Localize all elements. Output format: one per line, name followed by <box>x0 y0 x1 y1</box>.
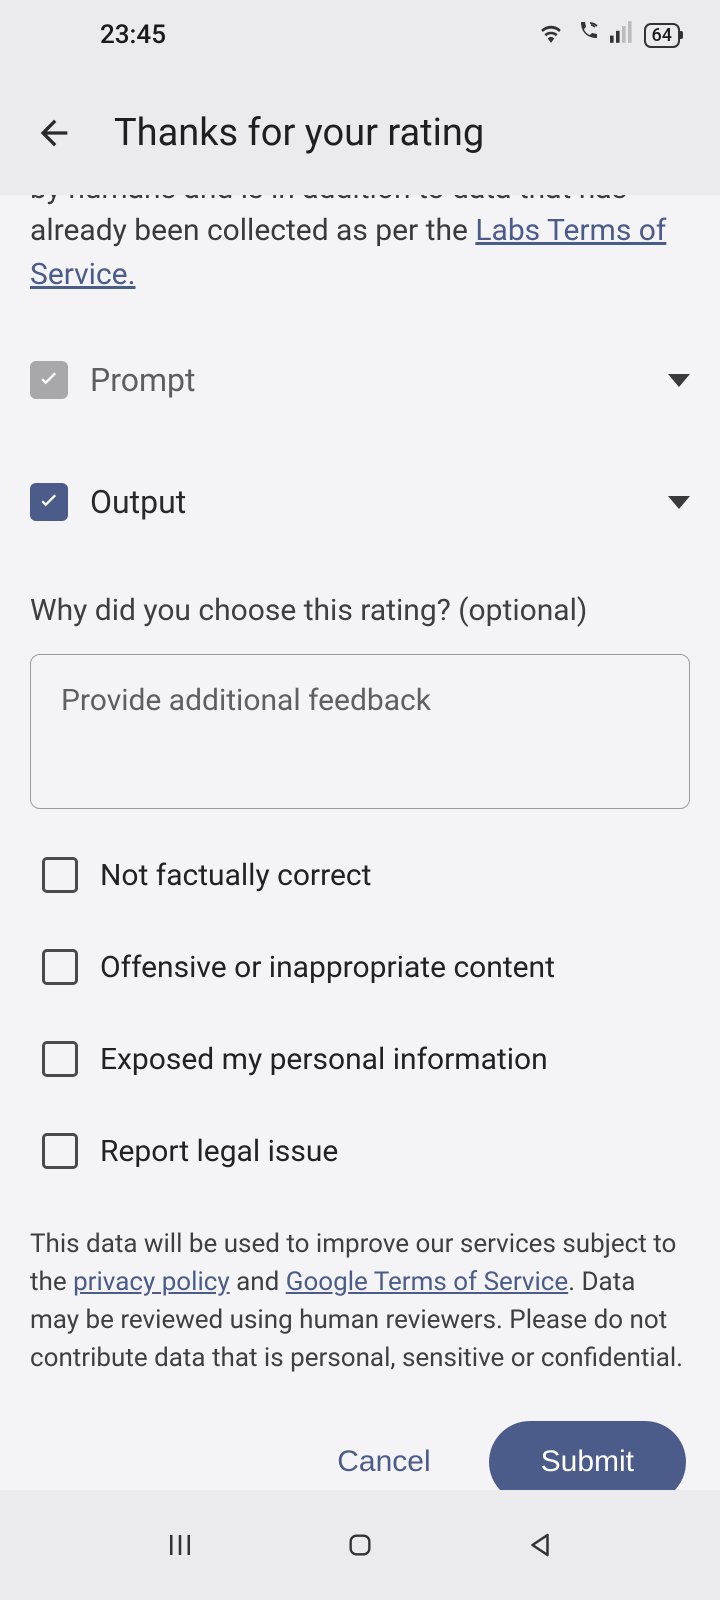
chevron-down-icon[interactable] <box>668 374 690 387</box>
option-label: Not factually correct <box>100 858 371 893</box>
feedback-textarea[interactable] <box>30 654 690 809</box>
option-offensive[interactable]: Offensive or inappropriate content <box>30 921 690 1013</box>
page-title: Thanks for your rating <box>114 111 484 155</box>
option-not-factual[interactable]: Not factually correct <box>30 829 690 921</box>
back-button[interactable] <box>30 109 78 157</box>
status-icons: 64 <box>538 20 680 51</box>
action-buttons: Cancel Submit <box>30 1421 690 1490</box>
option-legal[interactable]: Report legal issue <box>30 1105 690 1197</box>
phone-wifi-icon <box>574 20 600 51</box>
system-nav-bar <box>0 1490 720 1600</box>
privacy-policy-link[interactable]: privacy policy <box>73 1267 230 1297</box>
title-bar: Thanks for your rating <box>0 70 720 195</box>
home-button[interactable] <box>340 1525 380 1565</box>
signal-icon <box>610 20 634 50</box>
submit-button[interactable]: Submit <box>489 1421 686 1490</box>
option-label: Report legal issue <box>100 1134 338 1169</box>
wifi-icon <box>538 20 564 50</box>
content-area: by humans and is in addition to data tha… <box>0 195 720 1490</box>
output-checkbox[interactable] <box>30 483 68 521</box>
option-label: Offensive or inappropriate content <box>100 950 555 985</box>
checkbox-icon[interactable] <box>42 949 78 985</box>
status-time: 23:45 <box>100 20 166 50</box>
cancel-button[interactable]: Cancel <box>327 1427 440 1490</box>
checkbox-icon[interactable] <box>42 857 78 893</box>
intro-text: by humans and is in addition to data tha… <box>30 195 690 297</box>
back-nav-button[interactable] <box>520 1525 560 1565</box>
option-label: Exposed my personal information <box>100 1042 548 1077</box>
rating-question: Why did you choose this rating? (optiona… <box>30 593 690 628</box>
checkbox-icon[interactable] <box>42 1133 78 1169</box>
checkbox-icon[interactable] <box>42 1041 78 1077</box>
prompt-label: Prompt <box>90 361 646 399</box>
prompt-section-row[interactable]: Prompt <box>30 337 690 423</box>
disclaimer-text: This data will be used to improve our se… <box>30 1225 690 1377</box>
battery-icon: 64 <box>644 23 680 48</box>
prompt-checkbox[interactable] <box>30 361 68 399</box>
option-personal-info[interactable]: Exposed my personal information <box>30 1013 690 1105</box>
output-section-row[interactable]: Output <box>30 459 690 545</box>
chevron-down-icon[interactable] <box>668 496 690 509</box>
google-tos-link[interactable]: Google Terms of Service <box>286 1267 568 1297</box>
status-bar: 23:45 64 <box>0 0 720 70</box>
output-label: Output <box>90 483 646 521</box>
recents-button[interactable] <box>160 1525 200 1565</box>
